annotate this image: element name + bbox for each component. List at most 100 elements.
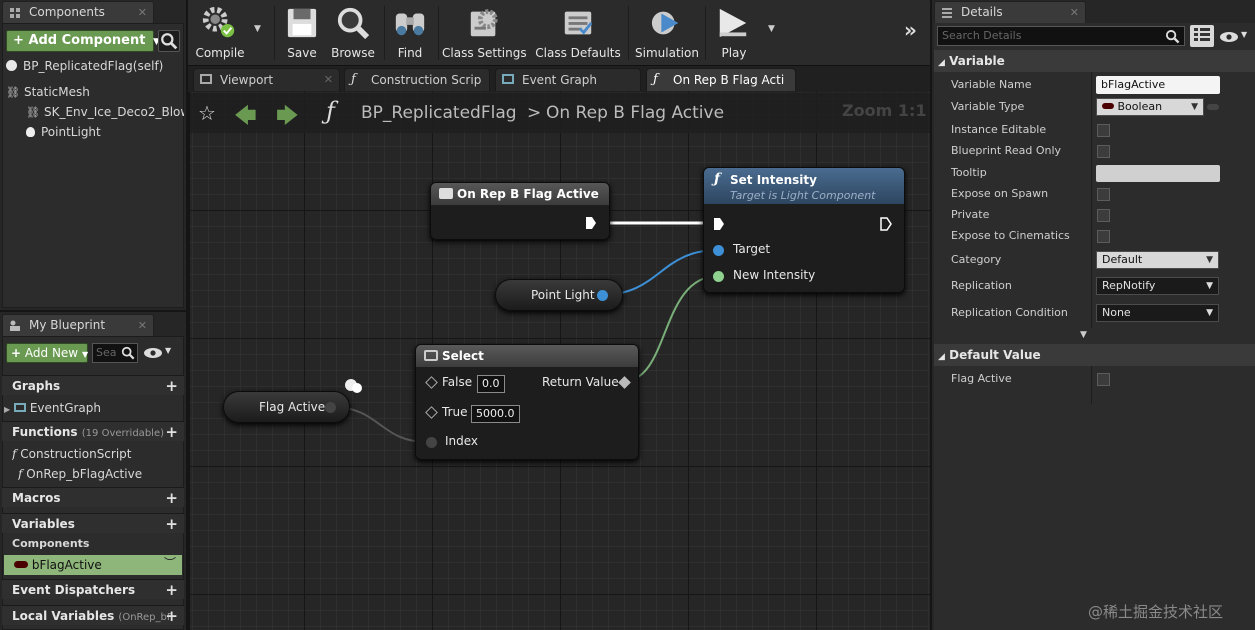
toolbar-overflow-button[interactable]: » [904, 18, 917, 42]
self-item[interactable]: BP_ReplicatedFlag(self) [6, 56, 186, 76]
flag-active-node[interactable]: Flag Active [223, 391, 350, 423]
flag-active-out-pin[interactable] [325, 402, 336, 413]
add-local-variable-button[interactable]: + [165, 606, 178, 625]
function-item-constructionscript[interactable]: ƒ ConstructionScript [12, 444, 186, 464]
component-item-mesh[interactable]: ⛓SK_Env_Ice_Deco2_Blowin [26, 102, 184, 122]
compile-options-arrow[interactable]: ▼ [254, 24, 261, 34]
simulation-button[interactable]: Simulation [634, 4, 700, 62]
my-blueprint-tab[interactable]: My Blueprint ✕ [2, 314, 154, 336]
tab-construction-script[interactable]: ƒ Construction Scrip [344, 68, 490, 91]
replication-select[interactable]: RepNotify ▼ [1096, 277, 1219, 295]
component-item-pointlight[interactable]: PointLight [26, 122, 186, 142]
eye-icon [144, 348, 162, 358]
new-intensity-pin[interactable] [713, 271, 724, 282]
breadcrumb-blueprint[interactable]: BP_ReplicatedFlag [361, 103, 517, 123]
container-type-button[interactable] [1207, 104, 1219, 110]
exec-out-pin[interactable] [880, 217, 892, 231]
add-macro-button[interactable]: + [165, 488, 178, 507]
variable-type-select[interactable]: Boolean ▼ [1096, 98, 1204, 116]
close-icon[interactable]: ✕ [138, 315, 147, 336]
graphs-header[interactable]: Graphs + [2, 375, 184, 395]
components-tab[interactable]: Components ✕ [2, 1, 154, 23]
false-pin[interactable] [425, 376, 438, 389]
tab-viewport[interactable]: Viewport ✕ [193, 68, 340, 91]
graphs-header-label: Graphs [12, 379, 61, 393]
true-pin[interactable] [425, 406, 438, 419]
details-view-options[interactable]: ▼ [1219, 30, 1251, 44]
variable-name-input[interactable]: bFlagActive [1096, 76, 1220, 94]
play-options-arrow[interactable]: ▼ [768, 24, 775, 34]
binoculars-icon [395, 13, 425, 36]
property-matrix-button[interactable] [1190, 25, 1214, 47]
true-value-input[interactable]: 5000.0 [471, 405, 520, 423]
function-label: OnRep_bFlagActive [26, 467, 143, 481]
index-pin[interactable] [426, 437, 437, 448]
details-tab-label: Details [961, 5, 1003, 19]
details-search-input[interactable]: Search Details [937, 26, 1185, 46]
onrep-event-node[interactable]: On Rep B Flag Active [430, 182, 610, 240]
tab-event-graph[interactable]: Event Graph [495, 68, 641, 91]
view-options-button[interactable]: ▼ [143, 346, 177, 362]
favorite-star-icon[interactable]: ☆ [198, 101, 216, 125]
exec-in-pin[interactable] [713, 217, 725, 231]
add-dispatcher-button[interactable]: + [165, 580, 178, 599]
tab-onrep-active[interactable]: ƒ On Rep B Flag Acti [646, 68, 796, 91]
functions-header[interactable]: Functions (19 Overridable) + [2, 421, 184, 441]
class-defaults-button[interactable]: Class Defaults [534, 4, 622, 62]
browse-button[interactable]: Browse [328, 4, 378, 62]
variables-header-label: Variables [12, 517, 75, 531]
instance-editable-checkbox[interactable] [1097, 124, 1110, 137]
variable-section-header[interactable]: ◢ Variable [934, 50, 1255, 72]
find-button[interactable]: Find [388, 4, 432, 62]
private-checkbox[interactable] [1097, 209, 1110, 222]
advanced-expand-arrow[interactable]: ▼ [1080, 330, 1087, 340]
class-settings-button[interactable]: Class Settings [442, 4, 527, 62]
point-light-out-pin[interactable] [597, 290, 608, 301]
replication-condition-value: None [1102, 306, 1131, 319]
return-value-pin[interactable] [618, 376, 631, 389]
compile-button[interactable]: Compile [192, 4, 248, 62]
add-variable-button[interactable]: + [165, 514, 178, 533]
details-tab[interactable]: Details ✕ [934, 1, 1086, 23]
local-variables-header[interactable]: Local Variables (OnRep_bF + [2, 605, 184, 625]
exec-out-pin[interactable] [585, 216, 597, 230]
false-pin-label: False [442, 375, 473, 389]
close-icon[interactable]: ✕ [324, 69, 333, 91]
add-graph-button[interactable]: + [165, 376, 178, 395]
macros-header[interactable]: Macros + [2, 487, 184, 507]
components-category[interactable]: Components [12, 534, 186, 554]
variable-item-bflagactive[interactable]: bFlagActive ︶ [4, 555, 182, 575]
event-dispatchers-header[interactable]: Event Dispatchers + [2, 579, 184, 599]
tooltip-input[interactable] [1096, 165, 1220, 182]
forward-arrow-icon[interactable]: 🡆 [276, 99, 299, 137]
components-search-button[interactable] [158, 30, 180, 52]
add-function-button[interactable]: + [165, 422, 178, 441]
add-new-button[interactable]: + Add New ▼ [6, 343, 88, 363]
expose-to-cinematics-checkbox[interactable] [1097, 230, 1110, 243]
search-icon [161, 33, 178, 50]
target-pin[interactable] [713, 245, 724, 256]
variables-header[interactable]: Variables + [2, 513, 184, 533]
select-node[interactable]: Select False 0.0 True 5000.0 Index Retur… [415, 344, 639, 460]
save-button[interactable]: Save [280, 4, 324, 62]
close-icon[interactable]: ✕ [1070, 2, 1079, 23]
point-light-node[interactable]: Point Light [495, 279, 623, 311]
add-component-button[interactable]: + Add Component ▼ [6, 30, 160, 52]
blueprint-search-input[interactable]: Sea [92, 343, 138, 363]
function-item-onrep[interactable]: ƒ OnRep_bFlagActive [18, 464, 186, 484]
default-value-section-header[interactable]: ◢ Default Value [934, 344, 1255, 366]
chevron-down-icon: ▼ [1206, 255, 1213, 265]
close-icon[interactable]: ✕ [138, 2, 147, 23]
false-value-input[interactable]: 0.0 [477, 375, 505, 393]
set-intensity-node[interactable]: ƒ Set Intensity Target is Light Componen… [703, 167, 905, 293]
back-arrow-icon[interactable]: 🡄 [234, 99, 257, 137]
replication-condition-select[interactable]: None ▼ [1096, 304, 1219, 322]
component-item-staticmesh[interactable]: ⛓ StaticMesh [6, 82, 186, 102]
expose-on-spawn-checkbox[interactable] [1097, 188, 1110, 201]
breadcrumb-function[interactable]: On Rep B Flag Active [546, 103, 724, 123]
flag-active-default-checkbox[interactable] [1097, 373, 1110, 386]
blueprint-read-only-checkbox[interactable] [1097, 145, 1110, 158]
play-button[interactable]: Play [710, 4, 758, 62]
category-select[interactable]: Default ▼ [1096, 251, 1219, 269]
event-graph-item[interactable]: ▶ EventGraph [4, 398, 186, 418]
